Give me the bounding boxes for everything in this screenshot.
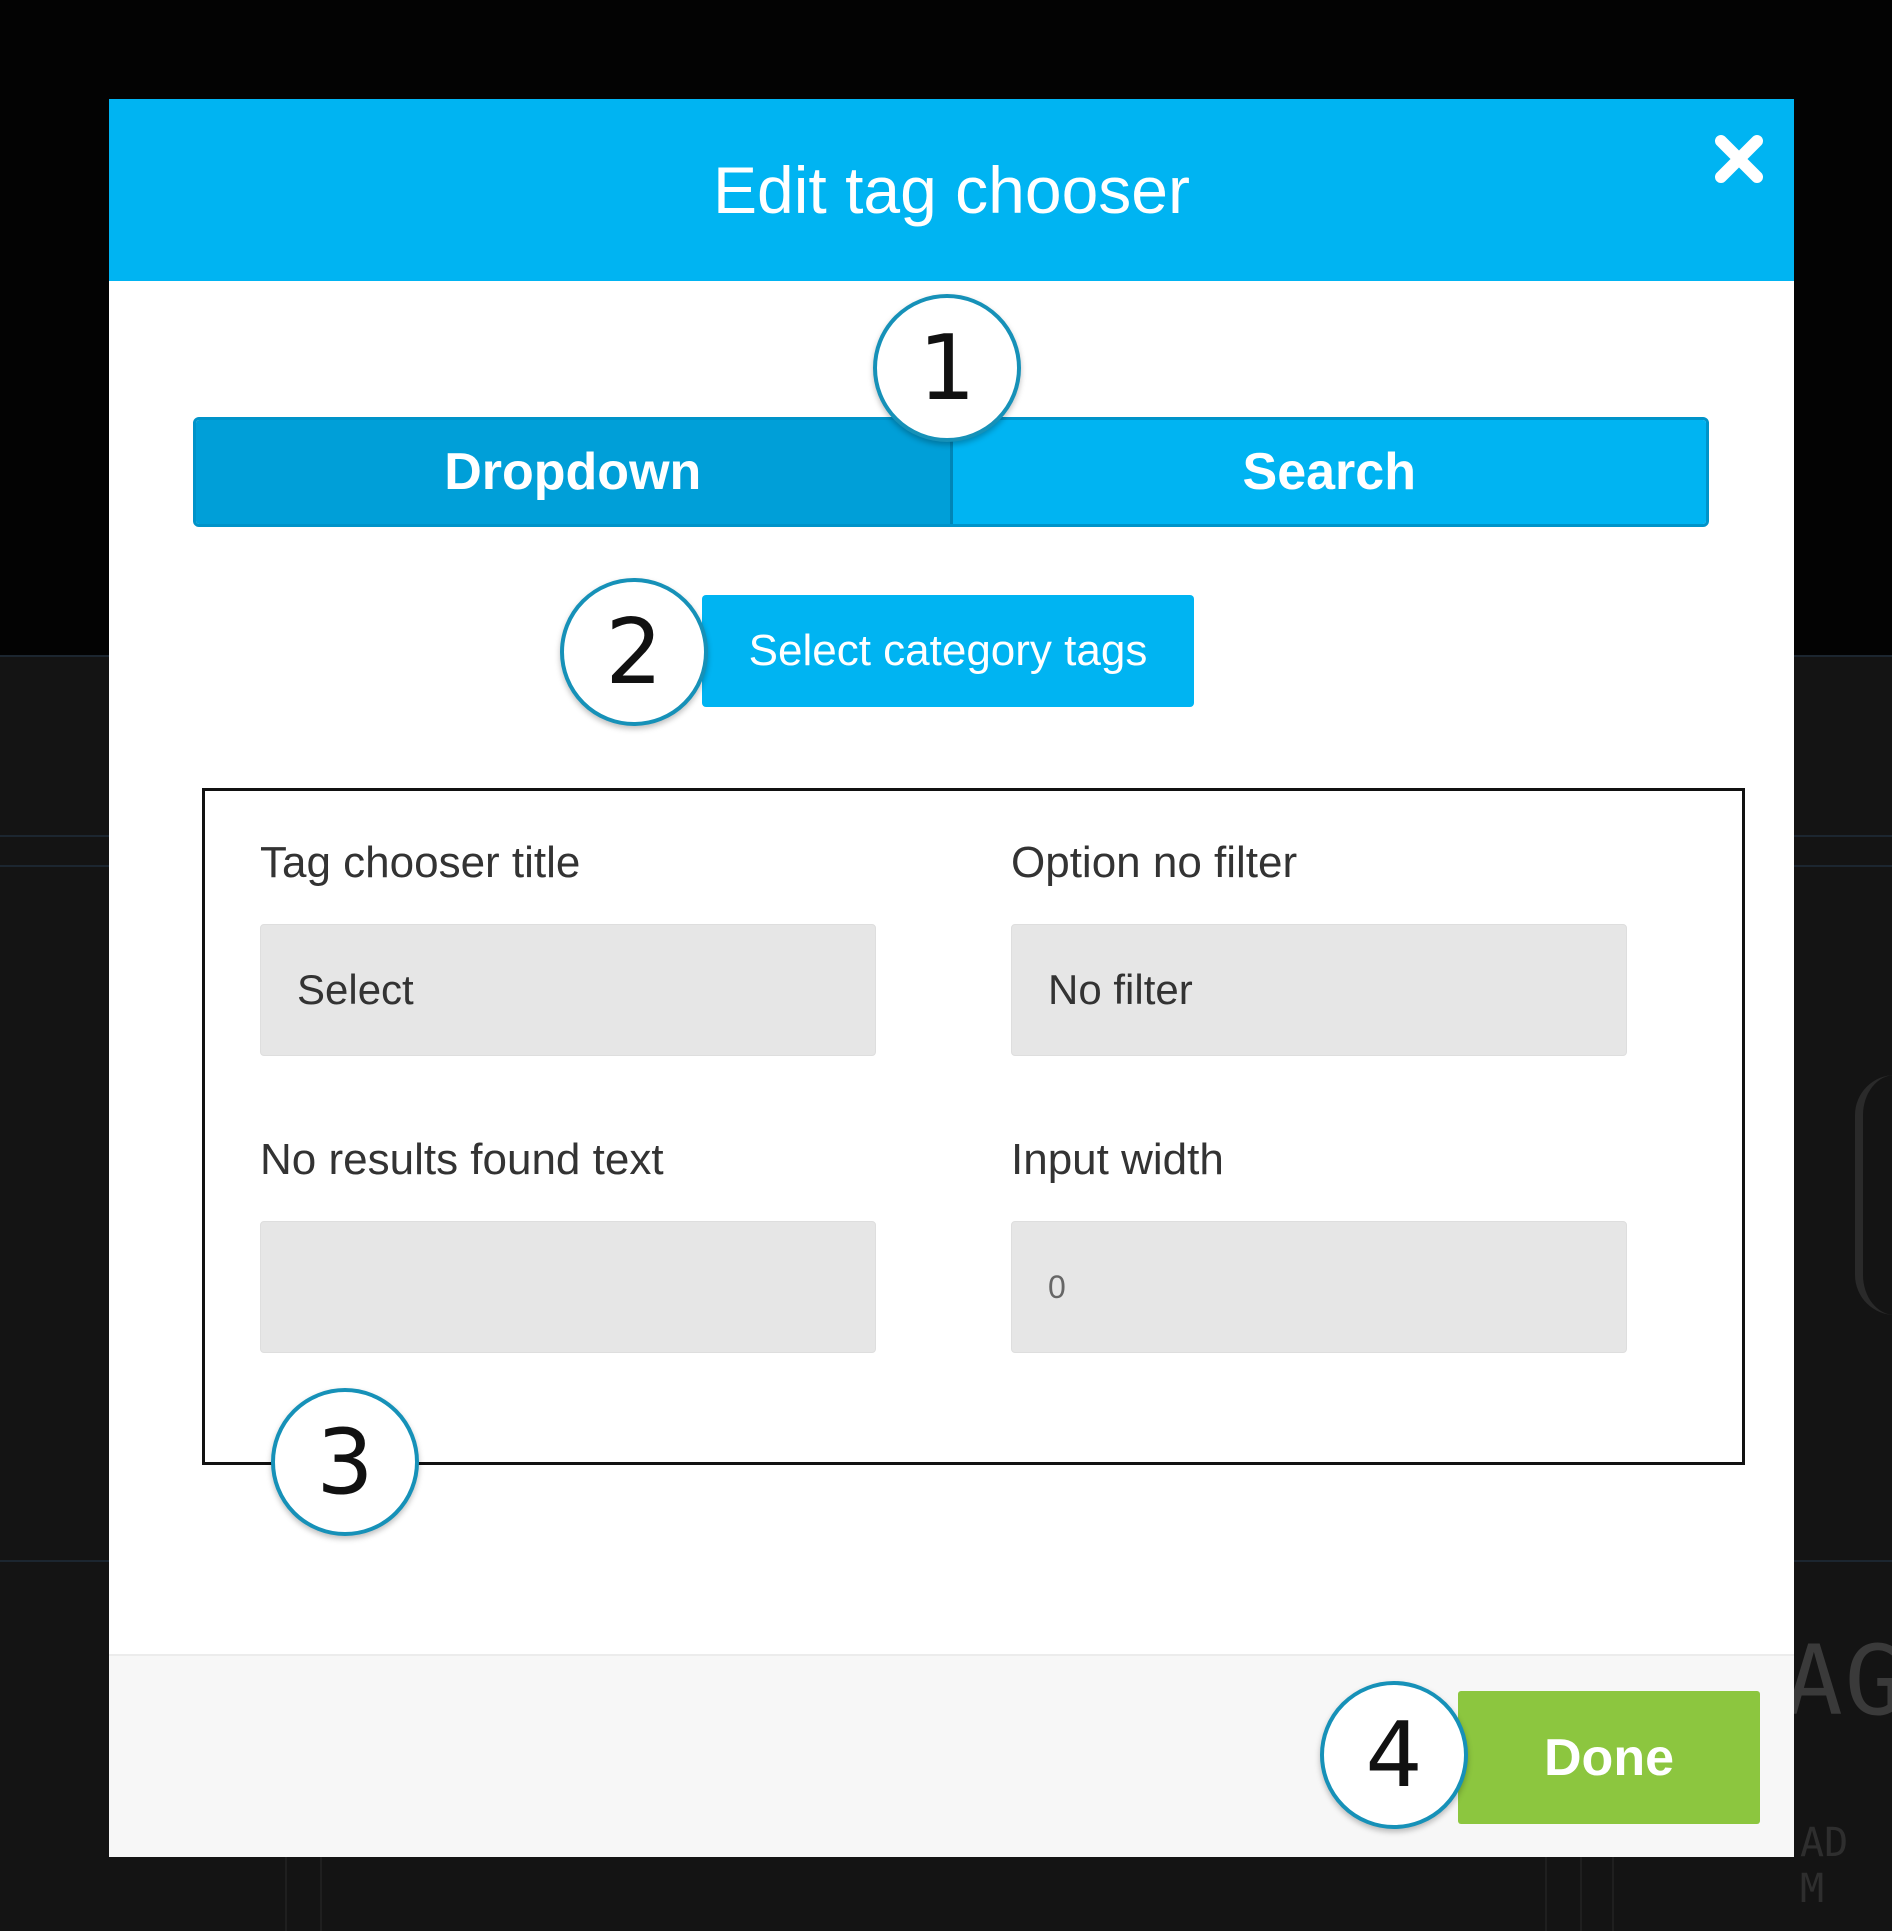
done-button[interactable]: Done xyxy=(1458,1691,1760,1824)
input-width-input[interactable]: 0 xyxy=(1011,1221,1627,1353)
modal-header: Edit tag chooser xyxy=(109,99,1794,281)
select-category-tags-button[interactable]: Select category tags xyxy=(702,595,1194,707)
callout-1: 1 xyxy=(873,294,1021,442)
option-no-filter-input[interactable]: No filter xyxy=(1011,924,1627,1056)
tab-dropdown[interactable]: Dropdown xyxy=(196,420,953,524)
close-button[interactable] xyxy=(1709,129,1769,189)
option-no-filter-label: Option no filter xyxy=(1011,838,1298,887)
modal-title: Edit tag chooser xyxy=(713,153,1190,227)
callout-4: 4 xyxy=(1320,1681,1468,1829)
tag-chooser-title-input[interactable]: Select xyxy=(260,924,876,1056)
background-shape xyxy=(1855,1075,1892,1315)
callout-2: 2 xyxy=(560,578,708,726)
no-results-text-input[interactable] xyxy=(260,1221,876,1353)
settings-panel: Tag chooser title Select Option no filte… xyxy=(202,788,1745,1465)
close-icon xyxy=(1715,135,1763,183)
background-heading-text: AG xyxy=(1785,1625,1892,1737)
tab-search[interactable]: Search xyxy=(952,420,1706,524)
no-results-text-label: No results found text xyxy=(260,1135,664,1184)
callout-3: 3 xyxy=(271,1388,419,1536)
input-width-label: Input width xyxy=(1011,1135,1224,1184)
tag-chooser-title-label: Tag chooser title xyxy=(260,838,581,887)
background-subtext: AD M xyxy=(1800,1820,1849,1912)
